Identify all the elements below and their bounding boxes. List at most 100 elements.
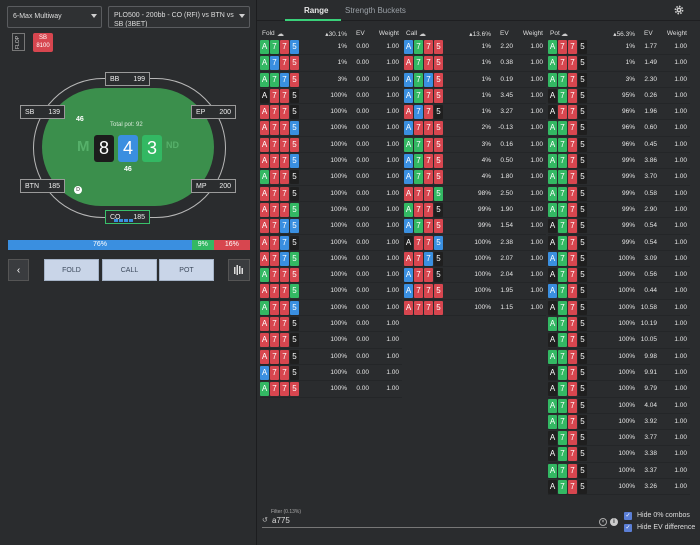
hand-row[interactable]: A 7 7 5 1% 1.49 1.00 [548,55,690,72]
game-type-select[interactable]: 6-Max Multiway [7,6,102,28]
hand-row[interactable]: A 7 7 5 1% 0.38 1.00 [404,55,546,72]
hand-row[interactable]: A 7 7 5 100% 9.98 1.00 [548,349,690,365]
hand-row[interactable]: A 7 7 5 99% 1.90 1.00 [404,202,546,219]
seat-mp[interactable]: MP 200 [191,179,236,193]
cloud-icon[interactable]: ☁ [561,30,568,38]
hand-row[interactable]: A 7 7 5 4% 0.50 1.00 [404,153,546,170]
weight-header[interactable]: Weight [667,30,687,37]
cloud-icon[interactable]: ☁ [277,30,284,38]
pot-button[interactable]: POT [159,259,214,281]
hand-row[interactable]: A 7 7 5 100% 4.04 1.00 [548,398,690,414]
street-tag[interactable]: FLOP [12,33,25,51]
hand-row[interactable]: A 7 7 5 100% 0.00 1.00 [260,316,402,333]
ev-header[interactable]: EV [644,30,653,37]
history-icon[interactable]: ↺ [262,515,268,527]
hand-row[interactable]: A 7 7 5 100% 3.92 1.00 [548,414,690,431]
hand-row[interactable]: A 7 7 5 100% 1.15 1.00 [404,300,546,317]
hand-row[interactable]: A 7 7 5 100% 0.00 1.00 [260,300,402,317]
weight-header[interactable]: Weight [379,30,399,37]
hand-row[interactable]: A 7 7 5 100% 3.26 1.00 [548,479,690,496]
seat-ep[interactable]: EP 200 [191,105,236,119]
tab-range[interactable]: Range [304,6,328,15]
hand-row[interactable]: A 7 7 5 3% 2.30 1.00 [548,72,690,88]
hand-row[interactable]: A 7 7 5 100% 10.19 1.00 [548,316,690,333]
hand-row[interactable]: A 7 7 5 100% 10.05 1.00 [548,332,690,349]
hand-row[interactable]: A 7 7 5 4% 1.80 1.00 [404,169,546,186]
cloud-icon[interactable]: ☁ [419,30,426,38]
hand-row[interactable]: A 7 7 5 1% 2.20 1.00 [404,39,546,56]
hand-row[interactable]: A 7 7 5 99% 0.54 1.00 [548,218,690,235]
hand-row[interactable]: A 7 7 5 100% 0.00 1.00 [260,88,402,105]
hand-row[interactable]: A 7 7 5 100% 0.00 1.00 [260,235,402,251]
column-frequency[interactable]: ▴30.1% [325,30,347,38]
hand-row[interactable]: A 7 7 5 100% 9.91 1.00 [548,365,690,382]
hand-row[interactable]: A 7 7 5 1% 0.00 1.00 [260,55,402,72]
hand-row[interactable]: A 7 7 5 100% 0.00 1.00 [260,365,402,382]
hand-row[interactable]: A 7 7 5 100% 0.00 1.00 [260,381,402,398]
filter-input[interactable]: ↺ a775 [262,515,607,528]
column-frequency[interactable]: ▴13.6% [469,30,491,38]
hand-row[interactable]: A 7 7 5 100% 0.00 1.00 [260,267,402,284]
hand-row[interactable]: A 7 7 5 100% 0.00 1.00 [260,349,402,365]
hand-row[interactable]: A 7 7 5 1% 1.77 1.00 [548,39,690,56]
clear-filter-icon[interactable]: × [599,518,607,526]
hand-row[interactable]: A 7 7 5 1% 3.27 1.00 [404,104,546,121]
spot-select[interactable]: PLO500 - 200bb - CO (RFI) vs BTN vs SB (… [108,6,250,28]
hand-row[interactable]: A 7 7 5 100% 0.00 1.00 [260,218,402,235]
hand-row[interactable]: A 7 7 5 100% 3.38 1.00 [548,446,690,463]
ev-header[interactable]: EV [356,30,365,37]
hand-row[interactable]: A 7 7 5 100% 3.37 1.00 [548,463,690,480]
hand-row[interactable]: A 7 7 5 100% 0.00 1.00 [260,153,402,170]
seat-bb[interactable]: BB 199 [105,72,150,86]
hand-row[interactable]: A 7 7 5 100% 1.95 1.00 [404,283,546,300]
hand-row[interactable]: A 7 7 5 96% 0.45 1.00 [548,137,690,154]
hide-ev-checkbox[interactable]: ✓ Hide EV difference [624,523,699,533]
hand-row[interactable]: A 7 7 5 98% 2.50 1.00 [404,186,546,202]
weight-header[interactable]: Weight [523,30,543,37]
hand-row[interactable]: A 7 7 5 100% 0.00 1.00 [260,186,402,202]
hand-row[interactable]: A 7 7 5 99% 3.86 1.00 [548,153,690,170]
ev-header[interactable]: EV [500,30,509,37]
hand-row[interactable]: A 7 7 5 100% 3.77 1.00 [548,430,690,447]
stats-button[interactable] [228,259,250,281]
hand-row[interactable]: A 7 7 5 100% 3.09 1.00 [548,251,690,268]
hand-row[interactable]: A 7 7 5 2% -0.13 1.00 [404,120,546,137]
hide-zero-checkbox[interactable]: ✓ Hide 0% combos [624,511,699,521]
hand-row[interactable]: A 7 7 5 100% 0.00 1.00 [260,251,402,268]
hand-row[interactable]: A 7 7 5 3% 0.16 1.00 [404,137,546,154]
hand-row[interactable]: A 7 7 5 100% 2.07 1.00 [404,251,546,268]
hand-row[interactable]: A 7 7 5 100% 2.38 1.00 [404,235,546,251]
back-button[interactable]: ‹ [8,259,29,281]
hand-row[interactable]: A 7 7 5 1% 3.45 1.00 [404,88,546,105]
gear-icon[interactable] [673,4,685,16]
hand-row[interactable]: A 7 7 5 96% 0.60 1.00 [548,120,690,137]
hand-row[interactable]: A 7 7 5 100% 0.00 1.00 [260,104,402,121]
tab-strength-buckets[interactable]: Strength Buckets [345,6,406,15]
hand-row[interactable]: A 7 7 5 95% 0.26 1.00 [548,88,690,105]
hand-row[interactable]: A 7 7 5 96% 1.96 1.00 [548,104,690,121]
hand-row[interactable]: A 7 7 5 99% 2.90 1.00 [548,202,690,219]
hand-row[interactable]: A 7 7 5 100% 0.00 1.00 [260,137,402,154]
info-icon[interactable]: i [610,518,618,526]
hand-row[interactable]: A 7 7 5 1% 0.19 1.00 [404,72,546,88]
seat-btn[interactable]: BTN 185 [20,179,65,193]
hand-row[interactable]: A 7 7 5 100% 0.44 1.00 [548,283,690,300]
hand-row[interactable]: A 7 7 5 100% 0.00 1.00 [260,283,402,300]
fold-button[interactable]: FOLD [44,259,99,281]
hand-row[interactable]: A 7 7 5 1% 0.00 1.00 [260,39,402,56]
hand-row[interactable]: A 7 7 5 100% 0.00 1.00 [260,202,402,219]
hand-row[interactable]: A 7 7 5 99% 3.70 1.00 [548,169,690,186]
hand-row[interactable]: A 7 7 5 100% 0.00 1.00 [260,169,402,186]
hand-row[interactable]: A 7 7 5 100% 0.56 1.00 [548,267,690,284]
column-frequency[interactable]: ▴56.3% [613,30,635,38]
sb-action-tag[interactable]: SB 8100 [33,33,53,52]
hand-row[interactable]: A 7 7 5 3% 0.00 1.00 [260,72,402,88]
hand-row[interactable]: A 7 7 5 100% 10.58 1.00 [548,300,690,317]
seat-sb[interactable]: SB 139 [20,105,65,119]
call-button[interactable]: CALL [102,259,157,281]
hand-row[interactable]: A 7 7 5 100% 0.00 1.00 [260,120,402,137]
hand-row[interactable]: A 7 7 5 99% 1.54 1.00 [404,218,546,235]
hand-row[interactable]: A 7 7 5 100% 9.79 1.00 [548,381,690,398]
hand-row[interactable]: A 7 7 5 99% 0.58 1.00 [548,186,690,202]
hand-row[interactable]: A 7 7 5 100% 0.00 1.00 [260,332,402,349]
